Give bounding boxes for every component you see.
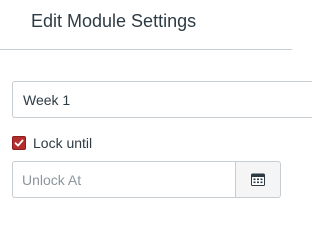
module-name-input[interactable] <box>12 81 312 118</box>
unlock-at-input[interactable] <box>12 161 235 198</box>
dialog-title: Edit Module Settings <box>31 11 197 31</box>
lock-until-label: Lock until <box>33 135 93 151</box>
checkmark-icon <box>14 139 24 147</box>
unlock-date-group <box>12 161 281 198</box>
lock-until-row[interactable]: Lock until <box>12 133 92 153</box>
lock-until-checkbox[interactable] <box>12 136 26 150</box>
calendar-button[interactable] <box>235 161 281 198</box>
dialog-header: Edit Module Settings <box>0 0 292 50</box>
calendar-icon <box>251 173 265 186</box>
